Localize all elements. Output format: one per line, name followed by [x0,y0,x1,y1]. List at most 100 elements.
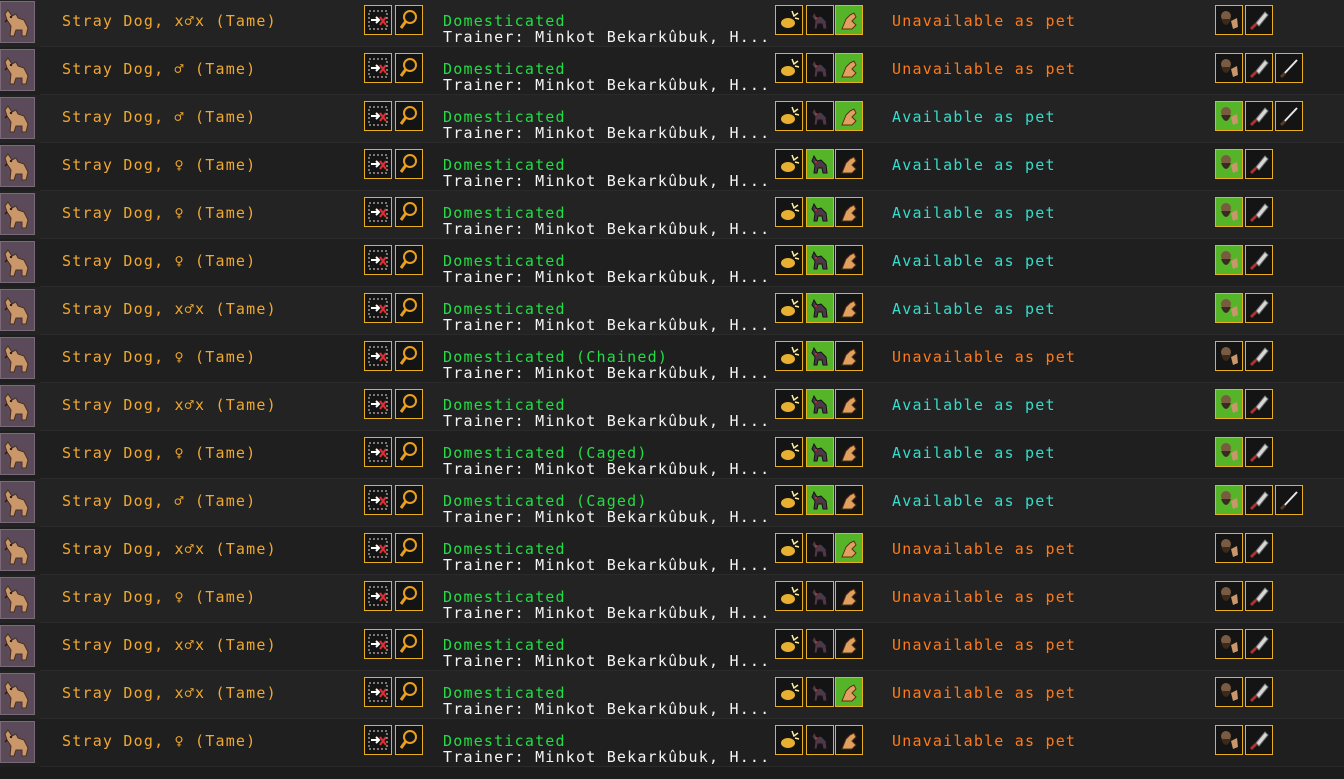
animal-name[interactable]: Stray Dog, x♂x (Tame) [62,396,277,414]
war-training-button[interactable] [775,725,803,755]
pet-training-button[interactable] [835,245,863,275]
assign-button[interactable] [364,5,392,35]
dog-portrait[interactable] [0,529,35,571]
dog-portrait[interactable] [0,721,35,763]
pet-training-button[interactable] [835,677,863,707]
pet-training-button[interactable] [835,341,863,371]
animal-name[interactable]: Stray Dog, ♀ (Tame) [62,444,256,462]
butcher-button[interactable] [1245,581,1273,611]
inspect-button[interactable] [395,677,423,707]
animal-name[interactable]: Stray Dog, ♀ (Tame) [62,156,256,174]
war-training-button[interactable] [775,341,803,371]
assign-button[interactable] [364,437,392,467]
inspect-button[interactable] [395,437,423,467]
pet-training-button[interactable] [835,293,863,323]
hunting-training-button[interactable] [806,293,834,323]
pet-training-button[interactable] [835,101,863,131]
dog-portrait[interactable] [0,145,35,187]
assign-button[interactable] [364,293,392,323]
butcher-button[interactable] [1245,197,1273,227]
hunting-training-button[interactable] [806,629,834,659]
dog-portrait[interactable] [0,481,35,523]
pet-training-button[interactable] [835,581,863,611]
hunting-training-button[interactable] [806,5,834,35]
animal-name[interactable]: Stray Dog, ♂ (Tame) [62,492,256,510]
assign-button[interactable] [364,485,392,515]
adopt-button[interactable] [1215,581,1243,611]
hunting-training-button[interactable] [806,533,834,563]
butcher-button[interactable] [1245,629,1273,659]
inspect-button[interactable] [395,533,423,563]
hunting-training-button[interactable] [806,437,834,467]
inspect-button[interactable] [395,101,423,131]
butcher-button[interactable] [1245,725,1273,755]
butcher-button[interactable] [1245,101,1273,131]
assign-button[interactable] [364,677,392,707]
adopt-button[interactable] [1215,677,1243,707]
inspect-button[interactable] [395,725,423,755]
inspect-button[interactable] [395,197,423,227]
animal-name[interactable]: Stray Dog, ♂ (Tame) [62,60,256,78]
hunting-training-button[interactable] [806,101,834,131]
adopt-button[interactable] [1215,149,1243,179]
inspect-button[interactable] [395,293,423,323]
adopt-button[interactable] [1215,533,1243,563]
hunting-training-button[interactable] [806,677,834,707]
pet-training-button[interactable] [835,389,863,419]
inspect-button[interactable] [395,245,423,275]
dog-portrait[interactable] [0,337,35,379]
war-training-button[interactable] [775,389,803,419]
hunting-training-button[interactable] [806,725,834,755]
dog-portrait[interactable] [0,49,35,91]
dog-portrait[interactable] [0,625,35,667]
animal-name[interactable]: Stray Dog, ♀ (Tame) [62,252,256,270]
dog-portrait[interactable] [0,241,35,283]
pet-training-button[interactable] [835,485,863,515]
dog-portrait[interactable] [0,577,35,619]
pet-training-button[interactable] [835,149,863,179]
adopt-button[interactable] [1215,389,1243,419]
pet-training-button[interactable] [835,197,863,227]
dog-portrait[interactable] [0,673,35,715]
hunting-training-button[interactable] [806,149,834,179]
pet-training-button[interactable] [835,53,863,83]
assign-button[interactable] [364,53,392,83]
war-training-button[interactable] [775,533,803,563]
animal-name[interactable]: Stray Dog, x♂x (Tame) [62,636,277,654]
assign-button[interactable] [364,581,392,611]
adopt-button[interactable] [1215,341,1243,371]
adopt-button[interactable] [1215,245,1243,275]
inspect-button[interactable] [395,389,423,419]
inspect-button[interactable] [395,581,423,611]
butcher-button[interactable] [1245,677,1273,707]
adopt-button[interactable] [1215,725,1243,755]
adopt-button[interactable] [1215,53,1243,83]
dog-portrait[interactable] [0,1,35,43]
butcher-button[interactable] [1245,149,1273,179]
assign-button[interactable] [364,149,392,179]
assign-button[interactable] [364,197,392,227]
dog-portrait[interactable] [0,193,35,235]
pet-training-button[interactable] [835,437,863,467]
butcher-button[interactable] [1245,245,1273,275]
butcher-button[interactable] [1245,5,1273,35]
animal-name[interactable]: Stray Dog, x♂x (Tame) [62,12,277,30]
butcher-button[interactable] [1245,293,1273,323]
hunting-training-button[interactable] [806,581,834,611]
war-training-button[interactable] [775,293,803,323]
hunting-training-button[interactable] [806,341,834,371]
inspect-button[interactable] [395,53,423,83]
inspect-button[interactable] [395,149,423,179]
butcher-button[interactable] [1245,53,1273,83]
war-training-button[interactable] [775,5,803,35]
war-training-button[interactable] [775,629,803,659]
dog-portrait[interactable] [0,433,35,475]
hunting-training-button[interactable] [806,53,834,83]
assign-button[interactable] [364,101,392,131]
hunting-training-button[interactable] [806,389,834,419]
war-training-button[interactable] [775,101,803,131]
assign-button[interactable] [364,341,392,371]
adopt-button[interactable] [1215,197,1243,227]
inspect-button[interactable] [395,341,423,371]
geld-button[interactable] [1275,485,1303,515]
